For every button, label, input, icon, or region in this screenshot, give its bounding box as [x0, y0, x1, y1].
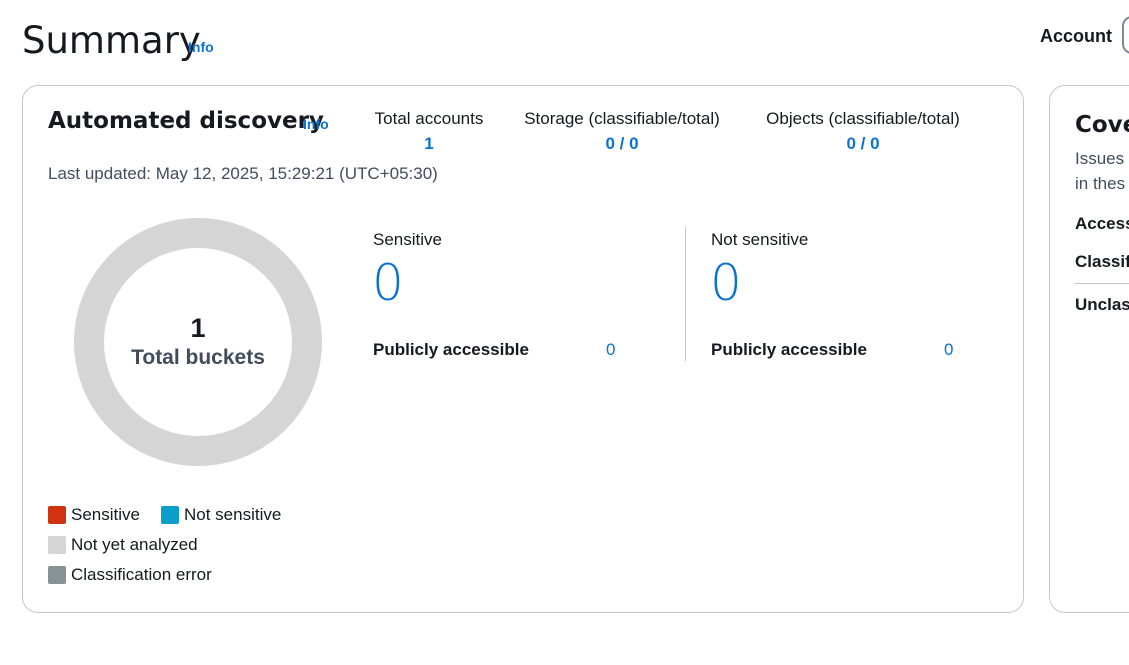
coverage-row-unclassifiable: Unclas — [1075, 295, 1129, 314]
coverage-row-access: Access — [1075, 214, 1129, 233]
legend-swatch — [48, 506, 66, 524]
donut-center: 1 Total buckets — [73, 312, 323, 372]
stat-value[interactable]: 0 / 0 — [757, 133, 969, 155]
stat-total-accounts: Total accounts 1 — [370, 108, 488, 155]
automated-discovery-title: Automated discovery — [48, 108, 324, 134]
legend-label: Not sensitive — [184, 505, 282, 524]
account-select[interactable] — [1122, 16, 1129, 54]
summary-info-link[interactable]: Info — [188, 39, 214, 55]
stat-label: Storage (classifiable/total) — [524, 109, 720, 128]
page-title: Summary — [22, 18, 201, 64]
coverage-desc-line2: in thes — [1075, 174, 1126, 193]
legend-swatch — [48, 536, 66, 554]
coverage-row-classification: Classif — [1075, 252, 1129, 271]
legend-item-not-sensitive: Not sensitive — [161, 504, 281, 526]
legend-label: Not yet analyzed — [71, 535, 198, 554]
coverage-divider — [1075, 283, 1129, 284]
stat-label: Objects (classifiable/total) — [766, 109, 960, 128]
total-buckets-count: 1 — [190, 313, 206, 343]
legend-label: Sensitive — [71, 505, 140, 524]
coverage-title: Cover — [1075, 112, 1129, 138]
total-buckets-label: Total buckets — [131, 346, 265, 369]
not-sensitive-label: Not sensitive — [711, 230, 809, 249]
legend-item-classification-error: Classification error — [48, 564, 212, 586]
legend-item-sensitive: Sensitive — [48, 504, 140, 526]
not-sensitive-public-label: Publicly accessible — [711, 340, 867, 359]
coverage-desc-line1: Issues p — [1075, 149, 1129, 168]
stat-objects: Objects (classifiable/total) 0 / 0 — [757, 108, 969, 155]
legend-item-not-yet-analyzed: Not yet analyzed — [48, 534, 198, 556]
sensitive-public-value[interactable]: 0 — [606, 339, 615, 361]
not-sensitive-public-value[interactable]: 0 — [944, 339, 953, 361]
legend-swatch — [48, 566, 66, 584]
sensitive-value[interactable]: 0 — [372, 255, 404, 311]
stat-storage: Storage (classifiable/total) 0 / 0 — [516, 108, 728, 155]
page-title-text: Summary — [22, 19, 201, 62]
sensitive-public-label: Publicly accessible — [373, 340, 529, 359]
last-updated: Last updated: May 12, 2025, 15:29:21 (UT… — [48, 164, 438, 183]
stat-value[interactable]: 1 — [370, 133, 488, 155]
column-divider — [685, 227, 686, 361]
legend-swatch — [161, 506, 179, 524]
account-label: Account — [1040, 26, 1112, 46]
stat-value[interactable]: 0 / 0 — [516, 133, 728, 155]
automated-discovery-info-link[interactable]: Info — [303, 116, 329, 132]
stat-label: Total accounts — [374, 109, 484, 128]
sensitive-label: Sensitive — [373, 230, 442, 249]
legend-label: Classification error — [71, 565, 212, 584]
not-sensitive-value[interactable]: 0 — [710, 255, 742, 311]
